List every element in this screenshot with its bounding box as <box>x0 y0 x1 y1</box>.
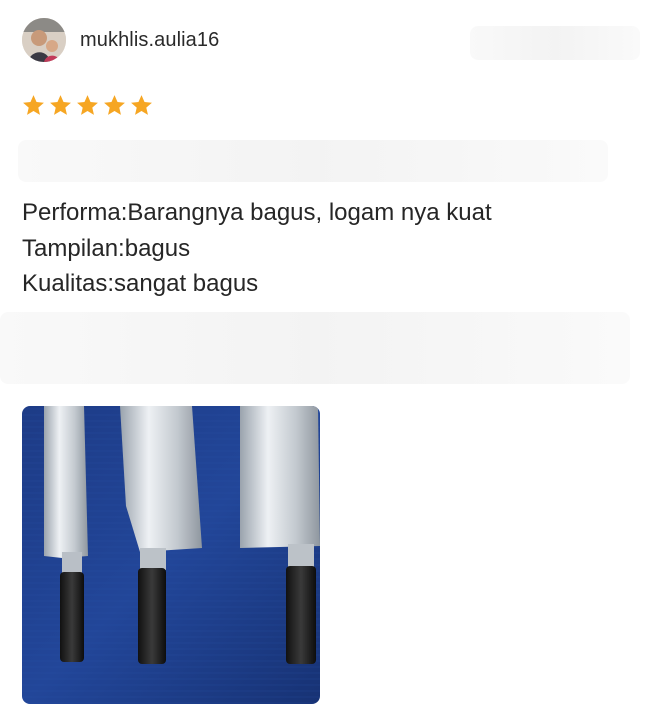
user-avatar[interactable] <box>22 18 66 62</box>
review-line-appearance: Tampilan:bagus <box>22 234 191 262</box>
star-icon <box>104 95 125 115</box>
rating-stars <box>21 93 154 118</box>
blurred-area <box>0 312 630 384</box>
avatar-photo-icon <box>22 18 66 62</box>
review-line-quality: Kualitas:sangat bagus <box>22 270 259 297</box>
star-icon <box>50 95 71 115</box>
review-header: mukhlis.aulia16 <box>22 18 219 62</box>
blurred-area <box>18 140 608 182</box>
review-text: Performa:Barangnya bagus, logam nya kuat… <box>22 195 492 302</box>
review-photo[interactable] <box>22 406 320 704</box>
review-line-performance: Performa:Barangnya bagus, logam nya kuat <box>22 199 492 226</box>
review-card: mukhlis.aulia16 Performa:Barangnya bagus… <box>0 0 648 721</box>
star-icon <box>23 95 44 115</box>
star-icon <box>131 95 152 115</box>
star-icon <box>77 95 98 115</box>
username[interactable]: mukhlis.aulia16 <box>80 29 219 52</box>
knives-photo-icon <box>22 406 320 704</box>
blurred-area <box>470 26 640 60</box>
